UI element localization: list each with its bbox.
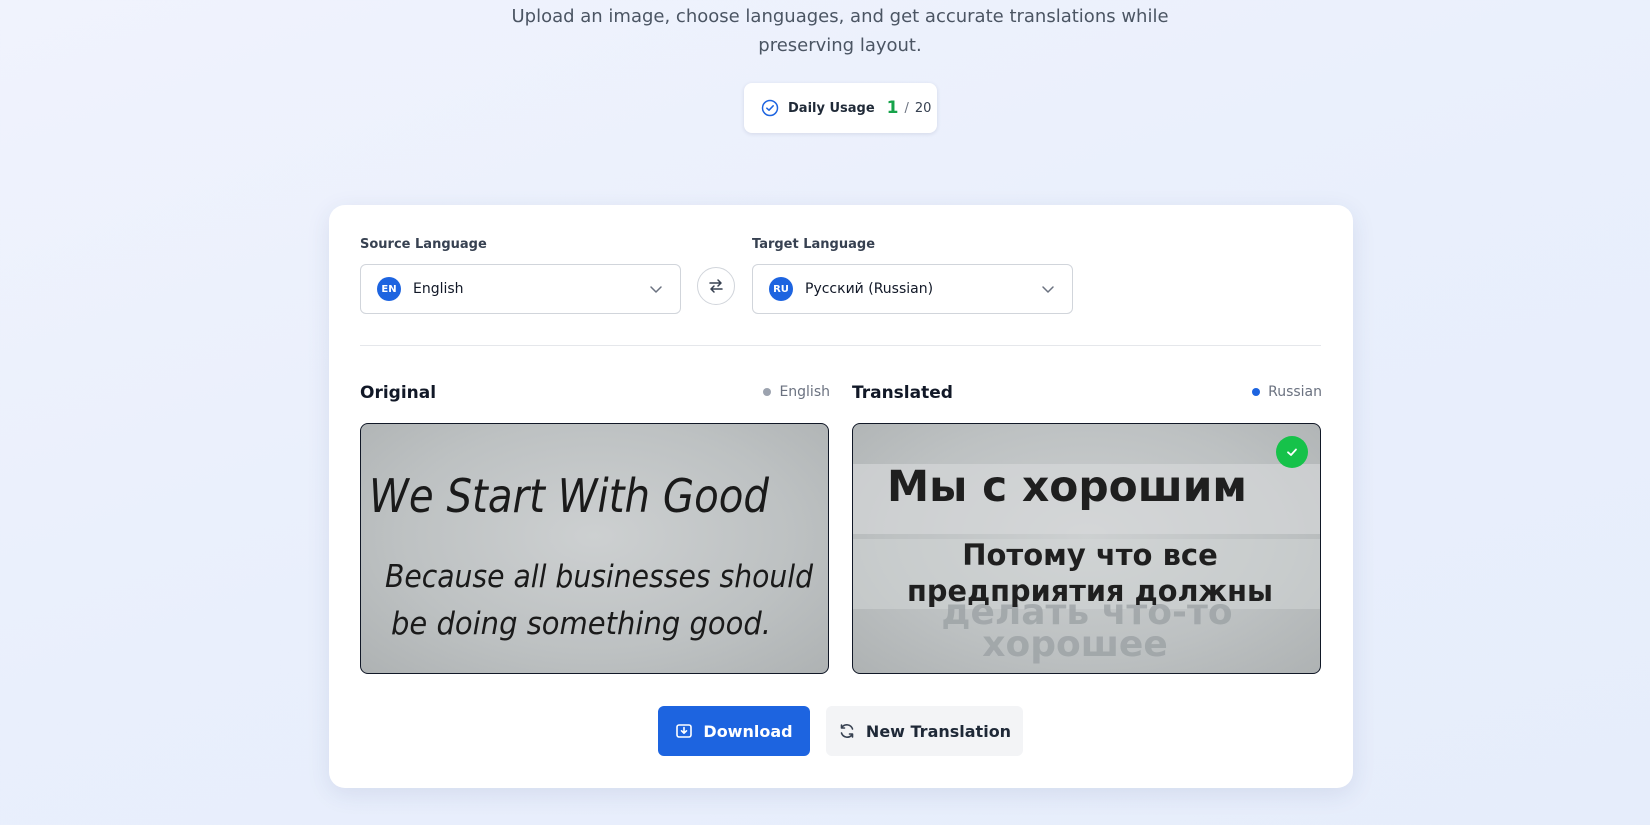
usage-limit: 20 [914, 100, 932, 116]
chevron-down-icon [1042, 286, 1054, 293]
check-circle-icon [761, 99, 779, 117]
original-image-canvas: We Start With Good Because all businesse… [369, 469, 813, 642]
translated-image-canvas: делать что-то хорошее Мы с хорошим Потом… [853, 462, 1320, 665]
translation-card: Source Language EN English Target Langua… [329, 205, 1353, 788]
download-button[interactable]: Download [658, 706, 810, 756]
translated-ghost-line-2: хорошее [982, 624, 1168, 665]
daily-usage-badge: Daily Usage 1 / 20 [744, 83, 937, 133]
translated-language-label: Russian [1268, 384, 1322, 400]
target-language-value: Русский (Russian) [805, 281, 934, 297]
original-panel-title: Original [360, 383, 437, 403]
translated-image-line-1: Мы с хорошим [887, 462, 1247, 512]
target-language-label: Target Language [752, 237, 876, 252]
source-language-value: English [413, 281, 464, 297]
subtitle-line-2: preserving layout. [758, 35, 922, 56]
refresh-icon [840, 724, 854, 738]
swap-arrows-icon [709, 279, 723, 293]
original-image-line-3: be doing something good. [391, 606, 771, 642]
translated-image-line-2: Потому что все [962, 538, 1218, 572]
source-language-label: Source Language [360, 237, 487, 252]
new-translation-label: New Translation [865, 721, 1012, 741]
usage-label: Daily Usage [788, 100, 875, 116]
usage-used-count: 1 [886, 98, 899, 118]
translated-image: делать что-то хорошее Мы с хорошим Потом… [852, 423, 1321, 674]
target-language-select[interactable]: RU Русский (Russian) [752, 264, 1073, 314]
original-image-line-2: Because all businesses should [385, 559, 813, 595]
target-language-code-badge: RU [769, 277, 793, 301]
chevron-down-icon [650, 286, 662, 293]
source-language-code-badge: EN [377, 277, 401, 301]
swap-languages-button[interactable] [697, 267, 735, 305]
checkmark-icon [1287, 448, 1297, 456]
status-dot [763, 388, 772, 396]
original-language-indicator: English [763, 384, 830, 400]
translated-panel-title: Translated [852, 383, 953, 403]
translated-language-indicator: Russian [1252, 384, 1322, 400]
status-dot [1252, 388, 1261, 396]
download-icon [676, 724, 693, 738]
section-divider [360, 345, 1321, 346]
original-image: We Start With Good Because all businesse… [360, 423, 829, 674]
original-image-line-1: We Start With Good [369, 469, 770, 523]
usage-separator: / [904, 100, 909, 116]
page-subtitle: Upload an image, choose languages, and g… [0, 2, 1650, 60]
subtitle-line-1: Upload an image, choose languages, and g… [511, 6, 1169, 27]
download-label: Download [703, 721, 793, 741]
original-language-label: English [779, 384, 830, 400]
source-language-select[interactable]: EN English [360, 264, 681, 314]
new-translation-button[interactable]: New Translation [826, 706, 1023, 756]
translation-complete-badge [1276, 436, 1308, 468]
translated-image-line-3: предприятия должны [907, 574, 1273, 608]
